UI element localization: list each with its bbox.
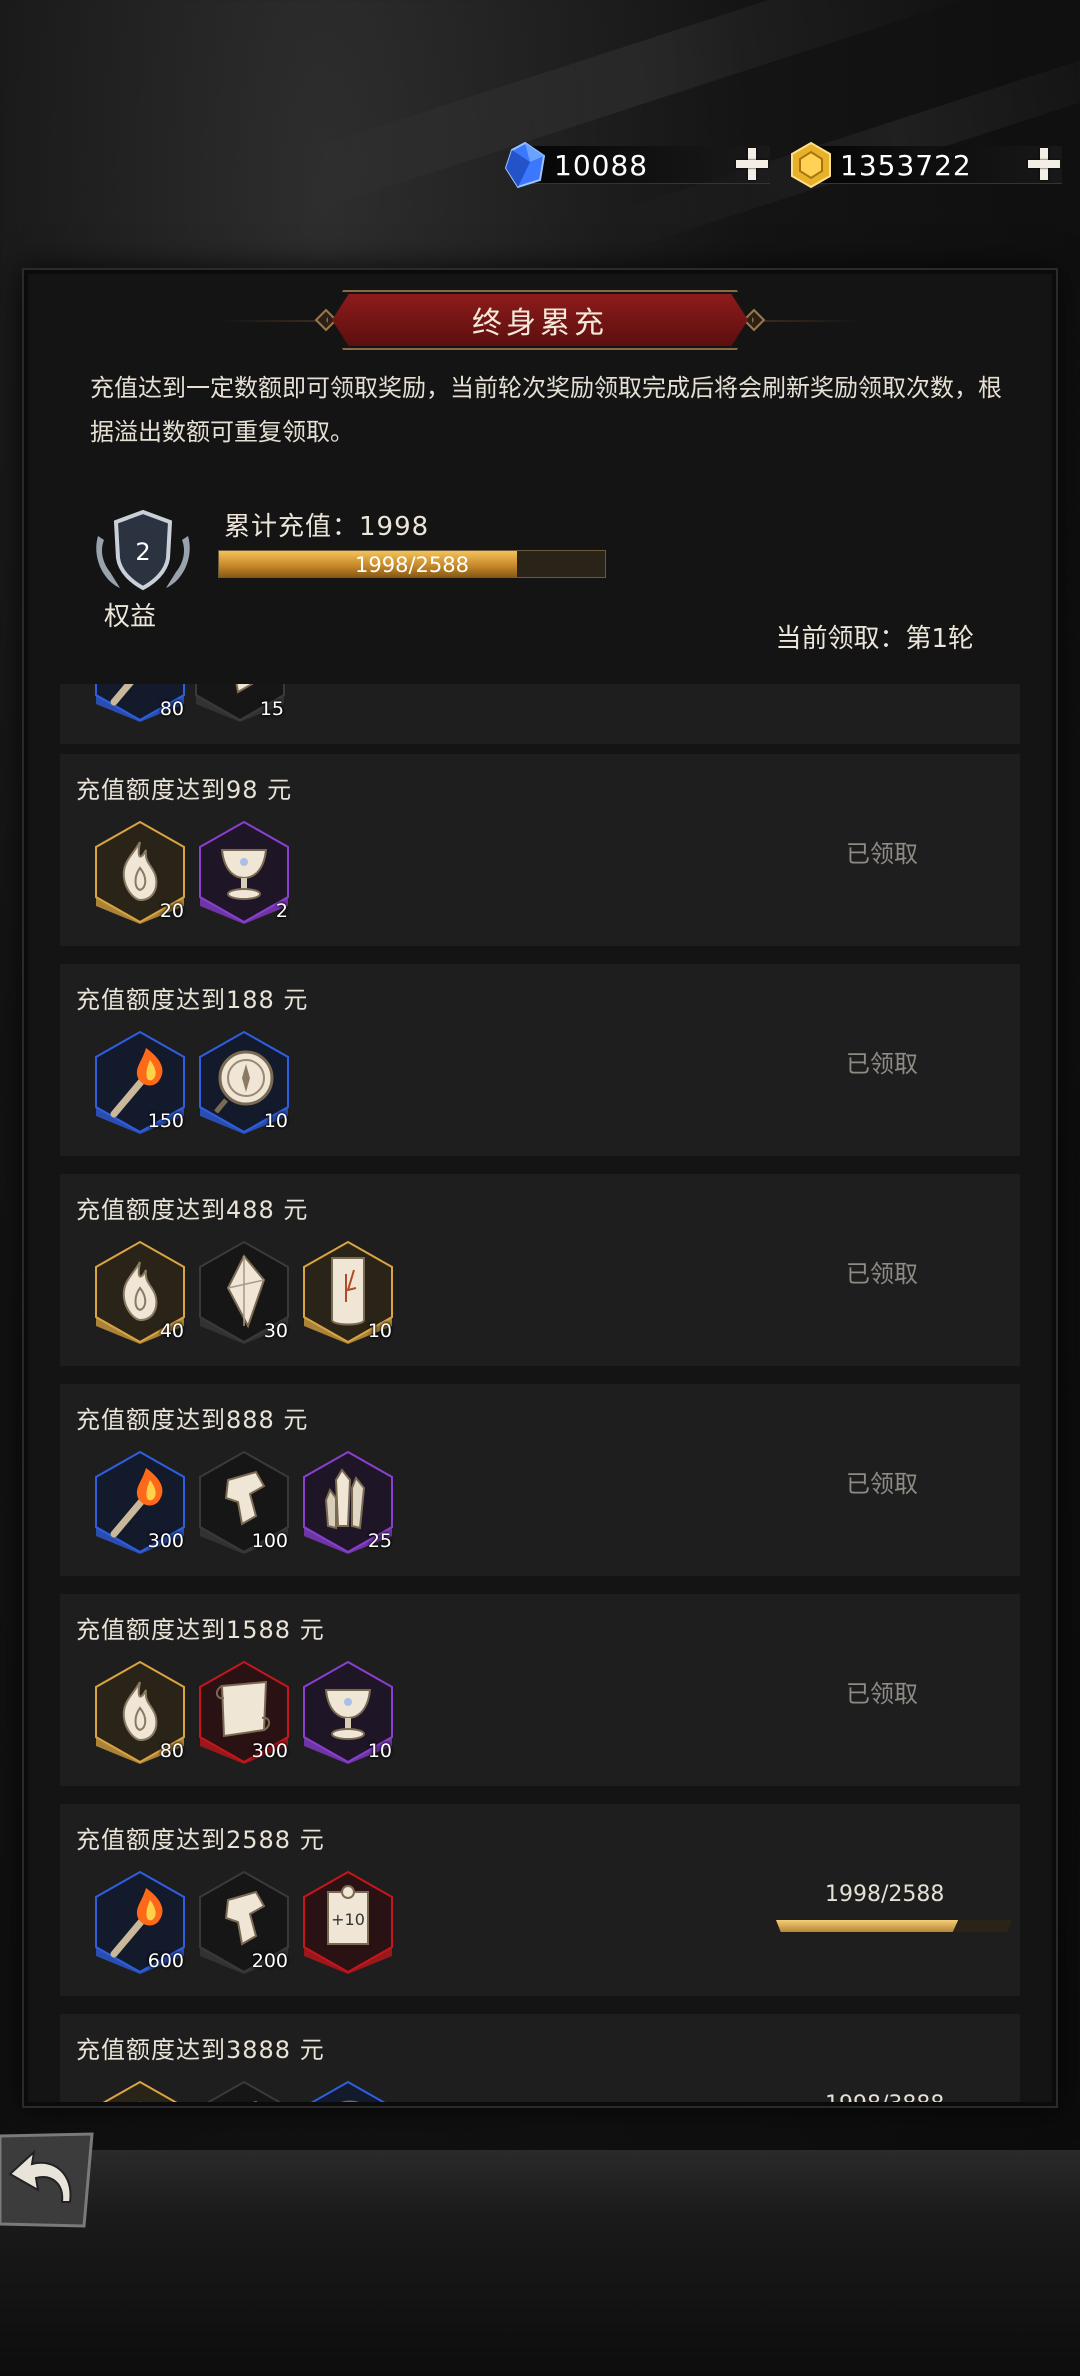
- accumulated-recharge: 累计充值：1998: [224, 512, 430, 542]
- badge-level: 2: [135, 538, 150, 566]
- reward-count: 100: [251, 1530, 288, 1552]
- reward-slot[interactable]: 15: [194, 682, 286, 722]
- reward-count: 10: [367, 1740, 392, 1762]
- reward-slot[interactable]: 10: [302, 1660, 394, 1764]
- reward-slot[interactable]: 150: [94, 1030, 186, 1134]
- reward-count: 15: [259, 698, 284, 720]
- flame-icon: [102, 2080, 178, 2102]
- tier-threshold-label: 充值额度达到1588 元: [76, 1616, 325, 1644]
- reward-tier-card: 充值额度达到488 元 40 30 10 已领取: [60, 1174, 1020, 1366]
- add-gold-gem-button[interactable]: [1026, 146, 1062, 182]
- panel-title: 终身累充: [332, 294, 748, 346]
- reward-slot[interactable]: 80: [94, 682, 186, 722]
- reward-slot[interactable]: 2: [198, 820, 290, 924]
- reward-slot[interactable]: 30: [198, 1240, 290, 1344]
- reward-tier-card: 充值额度达到1588 元 80 300 10 已领取: [60, 1594, 1020, 1786]
- shard-icon: [206, 2080, 282, 2102]
- tier-progress-text: 1998/2588: [825, 1882, 945, 1907]
- reward-count: 200: [251, 1950, 288, 1972]
- reward-count: 20: [159, 900, 184, 922]
- badge-label: 权益: [104, 602, 157, 632]
- tier-threshold-label: 充值额度达到2588 元: [76, 1826, 325, 1854]
- reward-slot[interactable]: 80: [94, 1660, 186, 1764]
- tier-progress-fill: [776, 1920, 959, 1932]
- reward-count: 150: [147, 1110, 184, 1132]
- reward-tier-card: 充值额度达到2588 元 600 200 +10 1998/2588: [60, 1804, 1020, 1996]
- shield-badge-icon: 2: [96, 509, 190, 591]
- tier-threshold-label: 充值额度达到488 元: [76, 1196, 309, 1224]
- current-round: 当前领取：第1轮: [775, 624, 974, 654]
- reward-count: 300: [147, 1530, 184, 1552]
- back-button[interactable]: [0, 2130, 96, 2230]
- reward-count: 600: [147, 1950, 184, 1972]
- compass-icon: [310, 2080, 386, 2102]
- reward-slot[interactable]: 200: [198, 1870, 290, 1974]
- panel-header: 终身累充: [0, 290, 1080, 350]
- reward-slot[interactable]: 10: [302, 1240, 394, 1344]
- reward-tier-card: 充值额度达到888 元 300 100 25 已领取: [60, 1384, 1020, 1576]
- reward-slot[interactable]: 40: [94, 1240, 186, 1344]
- svg-text:+10: +10: [331, 1910, 365, 1929]
- reward-slot[interactable]: 300: [94, 1450, 186, 1554]
- reward-count: 2: [275, 900, 288, 922]
- reward-tier-card: 80 15: [60, 682, 1020, 744]
- currency-value: 10088: [554, 148, 649, 182]
- gold-gem-icon: [791, 141, 831, 189]
- reward-tier-card: 充值额度达到188 元 150 10 已领取: [60, 964, 1020, 1156]
- claimed-status: 已领取: [846, 1050, 918, 1078]
- reward-count: 80: [159, 1740, 184, 1762]
- reward-slot[interactable]: 300: [198, 1660, 290, 1764]
- currency-value: 1353722: [840, 148, 972, 182]
- reward-slot[interactable]: 25: [302, 1450, 394, 1554]
- panel-description: 充值达到一定数额即可领取奖励，当前轮次奖励领取完成后将会刷新奖励领取次数，根据溢…: [90, 374, 1002, 446]
- tier-threshold-label: 充值额度达到888 元: [76, 1406, 309, 1434]
- reward-slot[interactable]: 20: [94, 820, 186, 924]
- reward-count: 10: [263, 1110, 288, 1132]
- reward-slot[interactable]: 10: [198, 1030, 290, 1134]
- currency-gold-gem: 1353722: [786, 140, 1062, 190]
- recharge-progress-bar: 1998/2588: [218, 550, 606, 578]
- ground-backdrop: [0, 2150, 1080, 2376]
- reward-slot[interactable]: 100: [198, 1450, 290, 1554]
- currency-blue-gem: 10088: [500, 140, 770, 190]
- reward-tier-card: 充值额度达到3888 元 1998/3888: [60, 2014, 1020, 2102]
- reward-tier-list[interactable]: 80 15 充值额度达到98 元 20 2 已领取 充值额度达到188 元 150 10 已领取充…: [60, 682, 1020, 2102]
- tier-threshold-label: 充值额度达到188 元: [76, 986, 309, 1014]
- blue-gem-icon: [504, 141, 546, 189]
- tier-progress-text: 1998/3888: [825, 2092, 944, 2102]
- reward-slot[interactable]: [94, 2080, 186, 2102]
- reward-count: 80: [159, 698, 184, 720]
- add-blue-gem-button[interactable]: [734, 146, 770, 182]
- tier-threshold-label: 充值额度达到3888 元: [76, 2036, 325, 2064]
- claimed-status: 已领取: [846, 1470, 918, 1498]
- reward-tier-card: 充值额度达到98 元 20 2 已领取: [60, 754, 1020, 946]
- progress-text: 1998/2588: [355, 553, 469, 577]
- claimed-status: 已领取: [846, 840, 918, 868]
- reward-count: 300: [251, 1740, 288, 1762]
- reward-slot[interactable]: [198, 2080, 290, 2102]
- tier-threshold-label: 充值额度达到98 元: [76, 776, 293, 804]
- reward-count: 30: [263, 1320, 288, 1342]
- reward-count: 25: [367, 1530, 392, 1552]
- claimed-status: 已领取: [846, 1680, 918, 1708]
- reward-slot[interactable]: +10: [302, 1870, 394, 1974]
- reward-count: 10: [367, 1320, 392, 1342]
- scroll-plus-icon: +10: [303, 1870, 393, 1974]
- reward-count: 40: [159, 1320, 184, 1342]
- reward-slot[interactable]: 600: [94, 1870, 186, 1974]
- reward-slot[interactable]: [302, 2080, 394, 2102]
- tier-progress-bar: [776, 1920, 1012, 1932]
- claimed-status: 已领取: [846, 1260, 918, 1288]
